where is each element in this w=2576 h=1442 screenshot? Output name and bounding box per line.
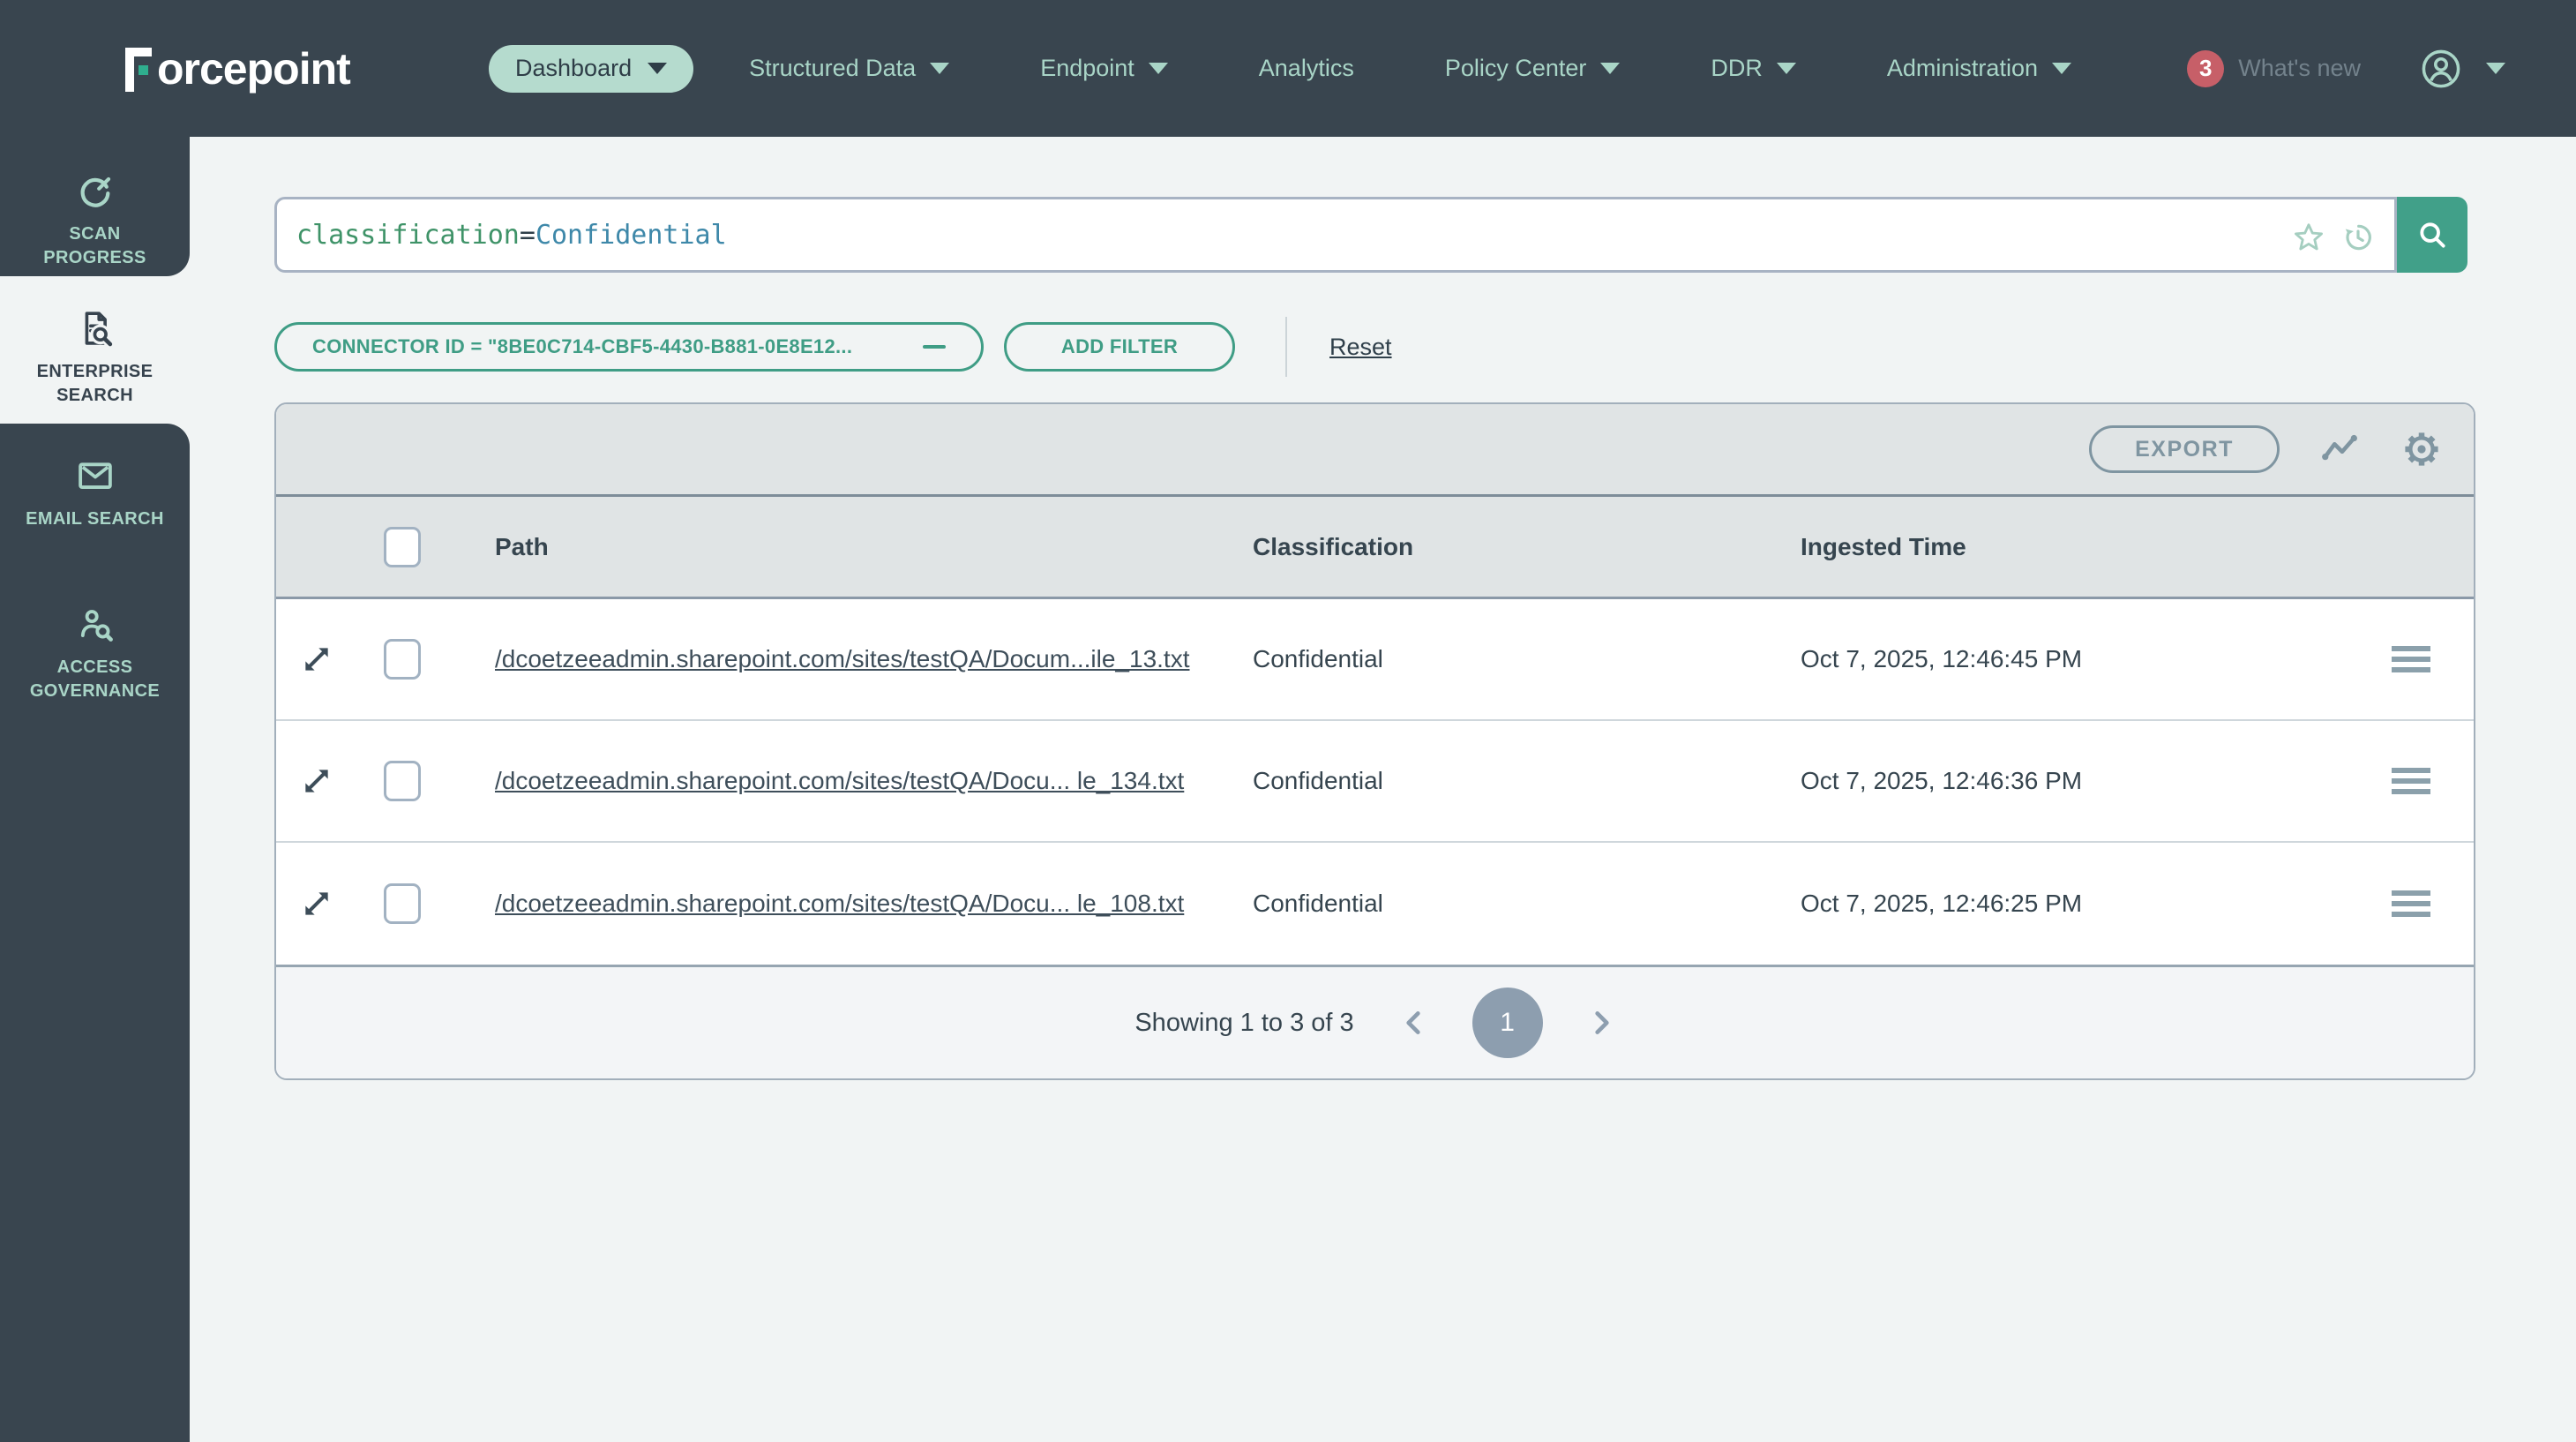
expand-row-icon[interactable] — [299, 886, 334, 921]
whats-new-link[interactable]: What's new — [2238, 55, 2361, 82]
row-classification: Confidential — [1253, 645, 1383, 672]
row-path-link[interactable]: /dcoetzeeadmin.sharepoint.com/sites/test… — [495, 767, 1184, 795]
sidebar-item-access-governance[interactable]: ACCESS GOVERNANCE — [0, 604, 190, 703]
user-avatar-icon[interactable] — [2419, 47, 2463, 91]
nav-item-ddr[interactable]: DDR — [1711, 55, 1796, 82]
chevron-down-icon — [930, 63, 950, 74]
remove-filter-icon[interactable] — [923, 345, 946, 349]
results-card: EXPORT Path Classification Ingested Time… — [274, 402, 2475, 1080]
search-button[interactable] — [2397, 197, 2467, 273]
chevron-down-icon — [1600, 63, 1621, 74]
table-row: /dcoetzeeadmin.sharepoint.com/sites/test… — [276, 843, 2474, 965]
row-classification: Confidential — [1253, 767, 1383, 794]
row-ingested-time: Oct 7, 2025, 12:46:36 PM — [1801, 767, 2083, 794]
sidebar-item-label: SCAN PROGRESS — [43, 224, 146, 267]
search-query-input[interactable]: classification=Confidential — [274, 197, 2397, 273]
nav-item-label: Endpoint — [1040, 55, 1134, 81]
account-menu-caret-icon[interactable] — [2486, 63, 2505, 74]
access-governance-icon — [80, 610, 113, 642]
sidebar-active-zone: ENTERPRISE SEARCH — [0, 276, 190, 424]
previous-page-icon[interactable] — [1400, 1008, 1427, 1038]
top-nav: orcepoint Dashboard Structured Data Endp… — [0, 0, 2576, 137]
row-classification: Confidential — [1253, 890, 1383, 917]
nav-item-label: Structured Data — [749, 55, 917, 81]
pagination-footer: Showing 1 to 3 of 3 1 — [276, 965, 2474, 1078]
sidebar-item-enterprise-search[interactable]: ENTERPRISE SEARCH — [0, 276, 190, 408]
email-search-icon — [78, 462, 112, 489]
row-checkbox[interactable] — [384, 639, 421, 680]
query-value: Confidential — [535, 219, 727, 251]
forcepoint-logo: orcepoint — [122, 0, 351, 137]
nav-menu: Dashboard Structured Data Endpoint Analy… — [489, 0, 2071, 137]
pagination-summary: Showing 1 to 3 of 3 — [1134, 1008, 1354, 1037]
nav-right-group: 3 What's new — [2187, 0, 2505, 137]
query-field: classification — [296, 219, 520, 251]
brand-name: orcepoint — [157, 43, 351, 94]
sidebar-item-label: ACCESS GOVERNANCE — [29, 657, 161, 701]
nav-item-label: Policy Center — [1444, 55, 1587, 81]
chevron-down-icon — [2051, 63, 2071, 74]
nav-item-administration[interactable]: Administration — [1887, 55, 2071, 82]
filter-chip-connector-id[interactable]: CONNECTOR ID = "8BE0C714-CBF5-4430-B881-… — [274, 322, 984, 372]
sidebar-item-label: ENTERPRISE SEARCH — [36, 362, 154, 405]
sidebar-item-email-search[interactable]: EMAIL SEARCH — [0, 424, 190, 531]
nav-item-label: Dashboard — [515, 55, 633, 81]
row-menu-icon[interactable] — [2392, 646, 2430, 672]
chevron-down-icon — [1776, 63, 1796, 74]
next-page-icon[interactable] — [1589, 1008, 1615, 1038]
filter-chip-label: CONNECTOR ID = "8BE0C714-CBF5-4430-B881-… — [312, 335, 853, 357]
row-menu-icon[interactable] — [2392, 768, 2430, 794]
search-icon — [2420, 222, 2445, 248]
row-ingested-time: Oct 7, 2025, 12:46:25 PM — [1801, 890, 2083, 917]
row-ingested-time: Oct 7, 2025, 12:46:45 PM — [1801, 645, 2083, 672]
row-path-link[interactable]: /dcoetzeeadmin.sharepoint.com/sites/test… — [495, 890, 1184, 918]
page-number-button[interactable]: 1 — [1471, 988, 1543, 1058]
query-operator: = — [519, 219, 535, 251]
reset-filters-link[interactable]: Reset — [1329, 334, 1392, 361]
nav-item-structured-data[interactable]: Structured Data — [749, 55, 950, 82]
nav-item-dashboard[interactable]: Dashboard — [489, 44, 694, 93]
column-header-path[interactable]: Path — [495, 533, 549, 561]
row-path-link[interactable]: /dcoetzeeadmin.sharepoint.com/sites/test… — [495, 645, 1190, 673]
add-filter-button[interactable]: ADD FILTER — [1004, 322, 1235, 372]
chevron-down-icon — [1148, 63, 1168, 74]
search-history-icon[interactable] — [2341, 221, 2375, 254]
row-menu-icon[interactable] — [2392, 890, 2430, 917]
whats-new-badge: 3 — [2187, 49, 2225, 87]
filter-divider — [1285, 317, 1287, 377]
favorite-star-icon[interactable] — [2292, 221, 2325, 254]
sidebar-upper: SCAN PROGRESS — [0, 137, 190, 276]
nav-item-label: DDR — [1711, 55, 1763, 81]
enterprise-search-icon — [85, 312, 113, 348]
trend-chart-icon[interactable] — [2320, 429, 2361, 469]
nav-item-policy-center[interactable]: Policy Center — [1445, 55, 1621, 82]
nav-item-endpoint[interactable]: Endpoint — [1040, 55, 1168, 82]
nav-item-analytics[interactable]: Analytics — [1259, 55, 1354, 82]
export-button[interactable]: EXPORT — [2089, 425, 2280, 473]
row-checkbox[interactable] — [384, 761, 421, 801]
table-header-row: Path Classification Ingested Time — [276, 497, 2474, 599]
column-header-classification[interactable]: Classification — [1253, 533, 1413, 561]
chevron-down-icon — [648, 63, 668, 74]
scan-progress-icon — [80, 176, 110, 207]
nav-item-label: Analytics — [1258, 55, 1354, 81]
table-row: /dcoetzeeadmin.sharepoint.com/sites/test… — [276, 721, 2474, 843]
settings-gear-icon[interactable] — [2401, 429, 2442, 469]
sidebar-item-label: EMAIL SEARCH — [26, 509, 164, 529]
results-toolbar: EXPORT — [276, 404, 2474, 497]
add-filter-label: ADD FILTER — [1060, 335, 1179, 357]
expand-row-icon[interactable] — [299, 642, 334, 677]
select-all-checkbox[interactable] — [384, 526, 421, 567]
row-checkbox[interactable] — [384, 883, 421, 924]
sidebar-item-scan-progress[interactable]: SCAN PROGRESS — [0, 137, 190, 270]
expand-row-icon[interactable] — [299, 763, 334, 799]
nav-item-label: Administration — [1886, 55, 2038, 81]
sidebar-lower: EMAIL SEARCH ACCESS GOVERNANCE — [0, 424, 190, 1442]
column-header-ingested-time[interactable]: Ingested Time — [1801, 533, 1966, 561]
table-row: /dcoetzeeadmin.sharepoint.com/sites/test… — [276, 599, 2474, 721]
